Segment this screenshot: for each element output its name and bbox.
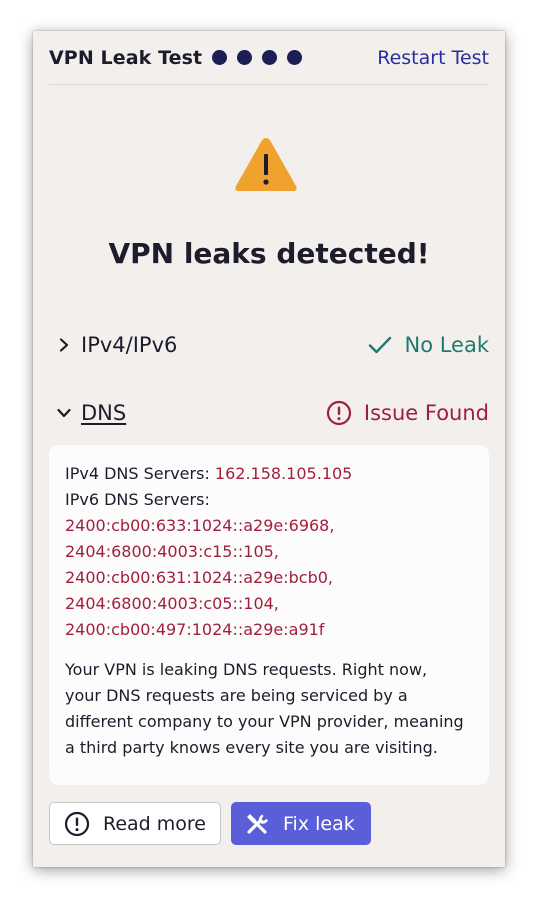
ipv4-dns-value: 162.158.105.105 — [214, 464, 353, 483]
explanation-line: Your VPN is leaking DNS requests. Right … — [65, 660, 428, 679]
ipv6-dns-label: IPv6 DNS Servers: — [65, 490, 210, 509]
leak-explanation: Your VPN is leaking DNS requests. Right … — [65, 657, 473, 761]
explanation-line: a third party knows every site you are v… — [65, 738, 438, 757]
chevron-down-icon — [57, 408, 71, 418]
ipv4-dns-line: IPv4 DNS Servers: 162.158.105.105 — [65, 461, 473, 487]
panel-title: VPN Leak Test — [49, 46, 203, 69]
ipv6-dns-value: 2404:6800:4003:c15::105, — [65, 542, 279, 561]
checkmark-icon — [369, 336, 392, 354]
fix-leak-button[interactable]: Fix leak — [231, 802, 371, 845]
dns-details-card: IPv4 DNS Servers: 162.158.105.105 IPv6 D… — [49, 445, 489, 785]
explanation-line: your DNS requests are being serviced by … — [65, 686, 408, 705]
dns-toggle[interactable]: DNS — [57, 401, 126, 425]
header: VPN Leak Test Restart Test — [49, 31, 489, 85]
ipv4-ipv6-toggle[interactable]: IPv4/IPv6 — [57, 333, 177, 357]
alert-circle-icon — [326, 400, 351, 426]
step-indicator — [212, 50, 312, 65]
warning-icon — [235, 138, 297, 191]
vpn-leak-test-panel: VPN Leak Test Restart Test VPN leaks det… — [33, 31, 505, 867]
explanation-line: different company to your VPN provider, … — [65, 712, 464, 731]
restart-test-link[interactable]: Restart Test — [377, 47, 489, 69]
tools-icon — [247, 813, 268, 834]
ipv6-dns-value: 2400:cb00:631:1024::a29e:bcb0, — [65, 568, 334, 587]
step-dot — [212, 50, 228, 65]
ipv6-dns-value: 2400:cb00:633:1024::a29e:6968, — [65, 516, 335, 535]
ipv6-dns-value: 2404:6800:4003:c05::104, — [65, 594, 279, 613]
button-label: Read more — [103, 812, 206, 835]
info-alert-icon — [64, 811, 90, 836]
ipv4-dns-label: IPv4 DNS Servers: — [65, 464, 210, 483]
section-ipv4-ipv6: IPv4/IPv6 No Leak — [57, 328, 489, 362]
step-dot — [237, 50, 253, 65]
result-headline: VPN leaks detected! — [108, 237, 430, 270]
section-label: DNS — [81, 401, 127, 425]
status-no-leak: No Leak — [368, 333, 489, 357]
step-dot — [262, 50, 278, 65]
status-issue-found: Issue Found — [326, 400, 489, 426]
status-text: Issue Found — [363, 401, 489, 425]
chevron-right-icon — [59, 338, 69, 352]
ipv6-dns-value: 2400:cb00:497:1024::a29e:a91f — [65, 620, 325, 639]
section-label: IPv4/IPv6 — [81, 333, 178, 357]
step-dot — [287, 50, 303, 65]
section-dns: DNS Issue Found — [57, 396, 489, 430]
button-label: Fix leak — [283, 812, 355, 835]
read-more-button[interactable]: Read more — [49, 802, 221, 845]
status-text: No Leak — [404, 333, 489, 357]
